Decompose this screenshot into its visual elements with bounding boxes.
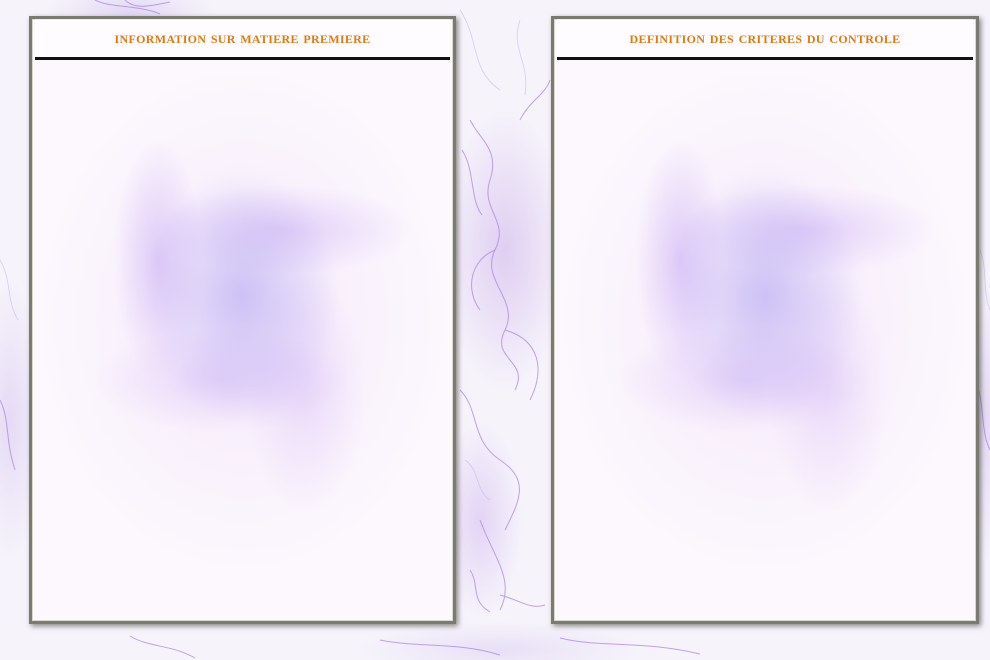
- raw-material-info-panel: INFORMATION SUR MATIERE PREMIERE: [29, 16, 456, 624]
- panel-body: [32, 60, 453, 621]
- panel-title: INFORMATION SUR MATIERE PREMIERE: [114, 28, 371, 47]
- panel-header: INFORMATION SUR MATIERE PREMIERE: [35, 19, 450, 60]
- panel-title: DEFINITION DES CRITERES DU CONTROLE: [629, 28, 901, 47]
- control-criteria-panel: DEFINITION DES CRITERES DU CONTROLE: [551, 16, 979, 624]
- panel-header: DEFINITION DES CRITERES DU CONTROLE: [557, 19, 973, 60]
- panel-body: [554, 60, 976, 621]
